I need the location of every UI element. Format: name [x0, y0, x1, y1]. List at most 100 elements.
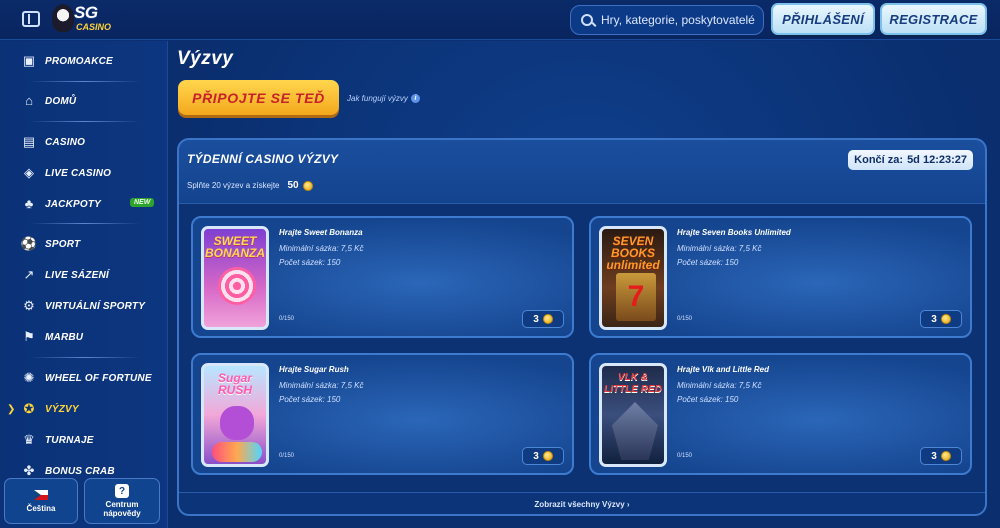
- coin-icon: [940, 314, 951, 324]
- sidebar-divider: [30, 121, 140, 122]
- shield-card-icon: ◈: [24, 165, 34, 180]
- register-button[interactable]: REGISTRACE: [880, 3, 987, 35]
- sidebar-item-label: WHEEL OF FORTUNE: [45, 372, 152, 384]
- reward-value: 3: [533, 313, 539, 325]
- sidebar-divider: [30, 357, 140, 358]
- czech-flag-icon: [34, 489, 48, 500]
- how-it-works-link[interactable]: Jak fungují výzvy i: [347, 94, 420, 103]
- virtual-sports-icon: ⚙: [23, 298, 35, 313]
- clover-icon: ♣: [24, 196, 34, 211]
- sidebar-item-turnaje[interactable]: ♛ TURNAJE: [0, 428, 168, 452]
- sidebar-item-label: PROMOAKCE: [45, 55, 113, 67]
- challenge-card[interactable]: SEVEN BOOKS unlimited 7 Hrajte Seven Boo…: [589, 216, 972, 338]
- coin-icon: [302, 180, 313, 191]
- penguin-mascot-icon: [52, 4, 74, 32]
- sidebar-item-sport[interactable]: ⚽ SPORT: [0, 232, 168, 256]
- challenge-reward: 3: [522, 310, 564, 328]
- home-icon: ⌂: [25, 93, 33, 108]
- sidebar-item-jackpoty[interactable]: ♣ JACKPOTY NEW: [0, 192, 168, 216]
- sidebar-item-domu[interactable]: ⌂ DOMŮ: [0, 89, 168, 113]
- trophy-icon: ♛: [23, 432, 35, 447]
- soccer-ball-icon: ⚽: [20, 236, 38, 251]
- candy-art: [212, 442, 262, 462]
- timer-label: Končí za:: [854, 154, 904, 166]
- challenge-min-bet: Minimální sázka: 7,5 Kč: [279, 381, 364, 390]
- challenge-card[interactable]: Sugar RUSH Hrajte Sugar Rush Minimální s…: [191, 353, 574, 475]
- weekly-challenges-panel: TÝDENNÍ CASINO VÝZVY Splňte 20 výzev a z…: [177, 138, 987, 516]
- reward-value: 3: [931, 450, 937, 462]
- page-title: Výzvy: [177, 48, 234, 69]
- help-center-button[interactable]: ? Centrum nápovědy: [84, 478, 160, 524]
- show-all-challenges-link[interactable]: Zobrazit všechny Výzvy ›: [179, 500, 985, 509]
- medal-icon: ✪: [23, 401, 35, 416]
- search-box[interactable]: [570, 5, 764, 35]
- sidebar-item-wheel-of-fortune[interactable]: ✺ WHEEL OF FORTUNE: [0, 366, 168, 390]
- game-thumbnail-vlk-little-red[interactable]: VLK & LITTLE RED: [599, 363, 667, 467]
- sidebar-item-casino[interactable]: ▤ CASINO: [0, 130, 168, 154]
- sidebar-item-promoakce[interactable]: ▣ PROMOAKCE: [0, 49, 168, 73]
- lollipop-art: [218, 267, 256, 305]
- question-icon: ?: [115, 484, 129, 498]
- reward-value: 3: [931, 313, 937, 325]
- challenge-title: Hrajte Seven Books Unlimited: [677, 228, 791, 237]
- game-thumbnail-sweet-bonanza[interactable]: SWEET BONANZA: [201, 226, 269, 330]
- challenge-min-bet: Minimální sázka: 7,5 Kč: [677, 244, 762, 253]
- sidebar-item-label: TURNAJE: [45, 434, 94, 446]
- how-it-works-label: Jak fungují výzvy: [347, 94, 408, 103]
- sidebar-item-label: JACKPOTY: [45, 198, 102, 210]
- challenge-title: Hrajte Sweet Bonanza: [279, 228, 363, 237]
- checkered-flag-icon: ⚑: [23, 329, 35, 344]
- crab-icon: ✤: [23, 463, 35, 478]
- challenge-bet-count: Počet sázek: 150: [279, 395, 341, 404]
- sidebar-divider: [30, 223, 140, 224]
- challenge-card[interactable]: VLK & LITTLE RED Hrajte Vlk and Little R…: [589, 353, 972, 475]
- countdown-timer: Končí za: 5d 12:23:27: [848, 150, 973, 170]
- challenge-progress: 0/150: [677, 453, 693, 459]
- challenge-reward: 3: [920, 310, 962, 328]
- challenge-progress: 0/150: [677, 316, 693, 322]
- gift-icon: ▣: [22, 53, 36, 68]
- coin-icon: [542, 314, 553, 324]
- logo-text: SG: [74, 3, 98, 22]
- sidebar-item-live-casino[interactable]: ◈ LIVE CASINO: [0, 161, 168, 185]
- coin-icon: [542, 451, 553, 461]
- search-input[interactable]: [601, 13, 761, 27]
- sidebar-item-label: BONUS CRAB: [45, 465, 115, 477]
- challenge-title: Hrajte Vlk and Little Red: [677, 365, 770, 374]
- challenge-reward: 3: [920, 447, 962, 465]
- sidebar: ▣ PROMOAKCE ⌂ DOMŮ ▤ CASINO ◈ LIVE CASIN…: [0, 41, 168, 528]
- sidebar-item-vyzvy[interactable]: ❯ ✪ VÝZVY: [0, 397, 168, 421]
- help-label-line1: Centrum: [105, 500, 139, 509]
- logo[interactable]: SG CASINO: [52, 2, 114, 36]
- sidebar-divider: [30, 81, 140, 82]
- search-icon: [581, 14, 593, 26]
- sidebar-item-live-sazeni[interactable]: ↗ LIVE SÁZENÍ: [0, 263, 168, 287]
- help-label-line2: nápovědy: [103, 509, 141, 518]
- join-now-button[interactable]: PŘIPOJTE SE TEĎ: [178, 80, 339, 115]
- sidebar-item-marbu[interactable]: ⚑ MARBU: [0, 325, 168, 349]
- language-button[interactable]: Čeština: [4, 478, 78, 524]
- challenge-bet-count: Počet sázek: 150: [677, 395, 739, 404]
- challenge-progress: 0/150: [279, 453, 295, 459]
- sidebar-item-label: LIVE SÁZENÍ: [45, 269, 109, 281]
- gummy-bear-art: [220, 406, 254, 440]
- sidebar-item-label: DOMŮ: [45, 95, 77, 107]
- new-badge: NEW: [130, 198, 155, 207]
- live-chart-icon: ↗: [23, 267, 35, 282]
- coin-icon: [940, 451, 951, 461]
- thumbnail-title: SEVEN BOOKS unlimited: [606, 234, 660, 272]
- info-icon: i: [410, 94, 420, 103]
- challenge-bet-count: Počet sázek: 150: [279, 258, 341, 267]
- sidebar-toggle-icon[interactable]: [22, 11, 40, 27]
- wheel-icon: ✺: [23, 370, 35, 385]
- thumbnail-title: VLK & LITTLE RED: [604, 372, 662, 395]
- reward-value: 3: [533, 450, 539, 462]
- game-thumbnail-seven-books[interactable]: SEVEN BOOKS unlimited 7: [599, 226, 667, 330]
- game-thumbnail-sugar-rush[interactable]: Sugar RUSH: [201, 363, 269, 467]
- login-button[interactable]: PŘIHLÁŠENÍ: [771, 3, 875, 35]
- language-label: Čeština: [26, 503, 56, 513]
- sidebar-item-virtualni-sporty[interactable]: ⚙ VIRTUÁLNÍ SPORTY: [0, 294, 168, 318]
- challenge-title: Hrajte Sugar Rush: [279, 365, 349, 374]
- challenge-card[interactable]: SWEET BONANZA Hrajte Sweet Bonanza Minim…: [191, 216, 574, 338]
- challenge-reward: 3: [522, 447, 564, 465]
